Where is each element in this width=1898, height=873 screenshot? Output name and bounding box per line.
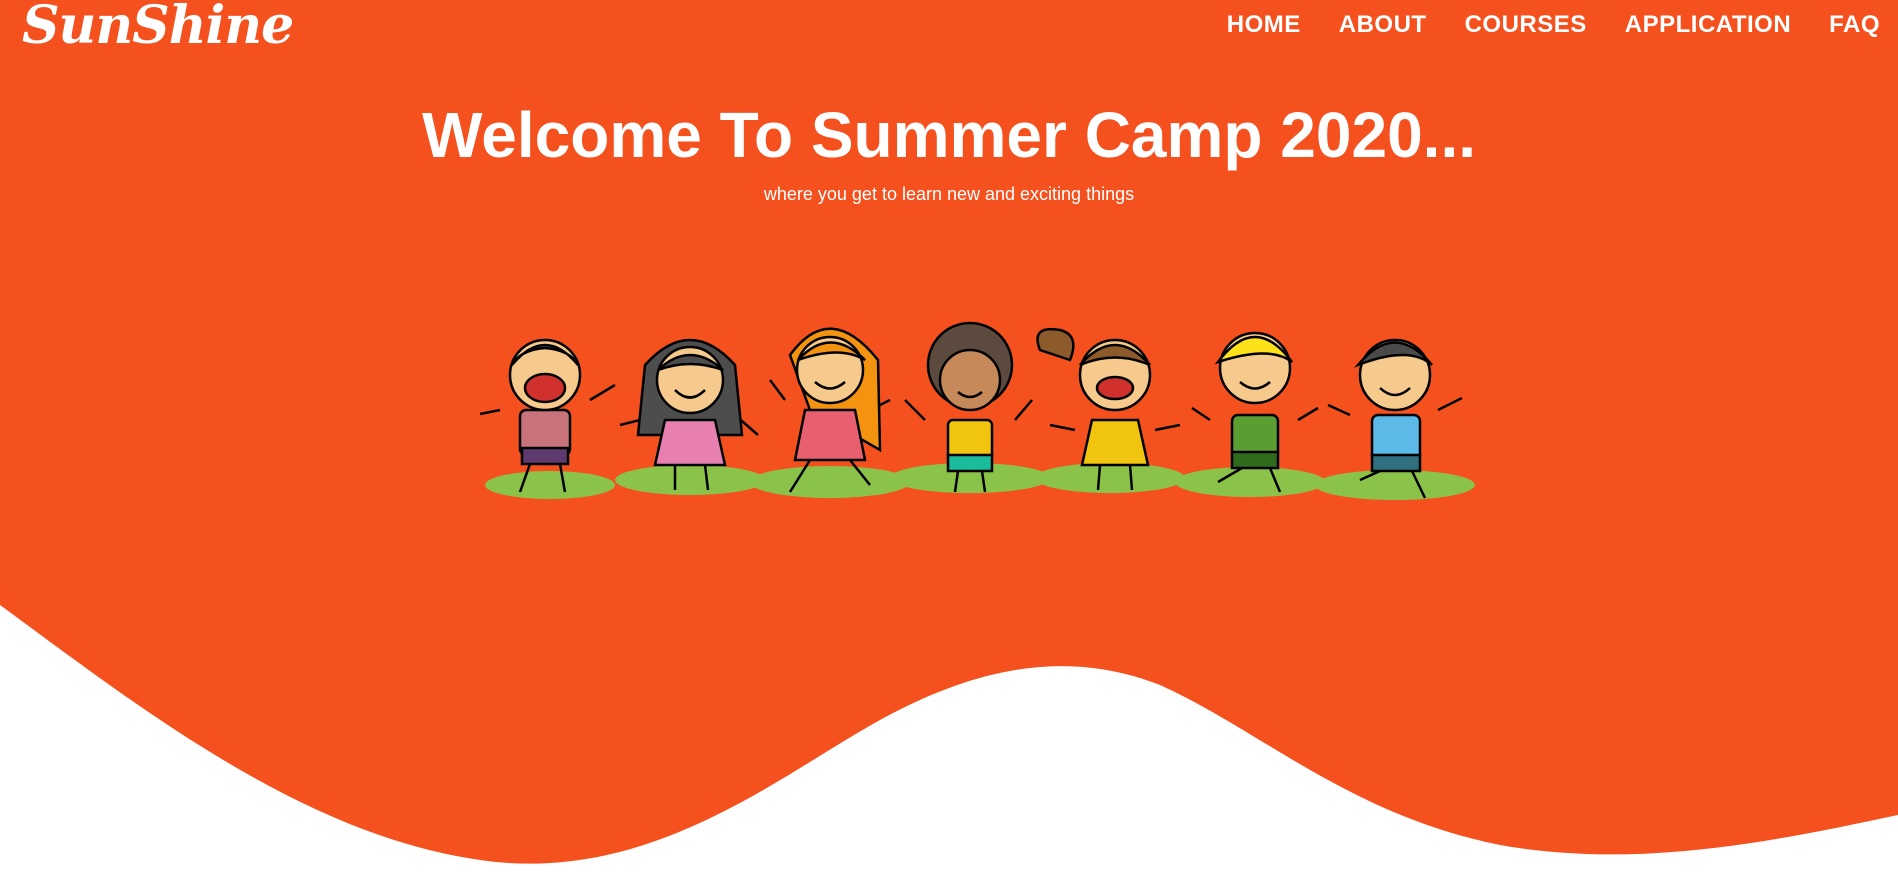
kid-1	[480, 338, 616, 493]
nav-link-about[interactable]: ABOUT	[1339, 10, 1427, 40]
top-navbar: SunShine HOME ABOUT COURSES APPLICATION …	[0, 0, 1898, 60]
nav-menu: HOME ABOUT COURSES APPLICATION FAQ	[1227, 10, 1880, 40]
hero-subtitle: where you get to learn new and exciting …	[763, 184, 1135, 204]
kid-6	[1191, 331, 1319, 493]
nav-link-courses[interactable]: COURSES	[1465, 10, 1587, 40]
landing-page: SunShine HOME ABOUT COURSES APPLICATION …	[0, 0, 1898, 873]
hero-title: Welcome To Summer Camp 2020...	[422, 99, 1476, 171]
nav-link-home[interactable]: HOME	[1227, 10, 1301, 40]
kids-jumping-illustration	[480, 321, 1475, 500]
brand-logo[interactable]: SunShine	[22, 0, 294, 56]
kid-5	[1036, 327, 1181, 491]
nav-link-faq[interactable]: FAQ	[1829, 10, 1880, 40]
nav-link-application[interactable]: APPLICATION	[1625, 10, 1791, 40]
